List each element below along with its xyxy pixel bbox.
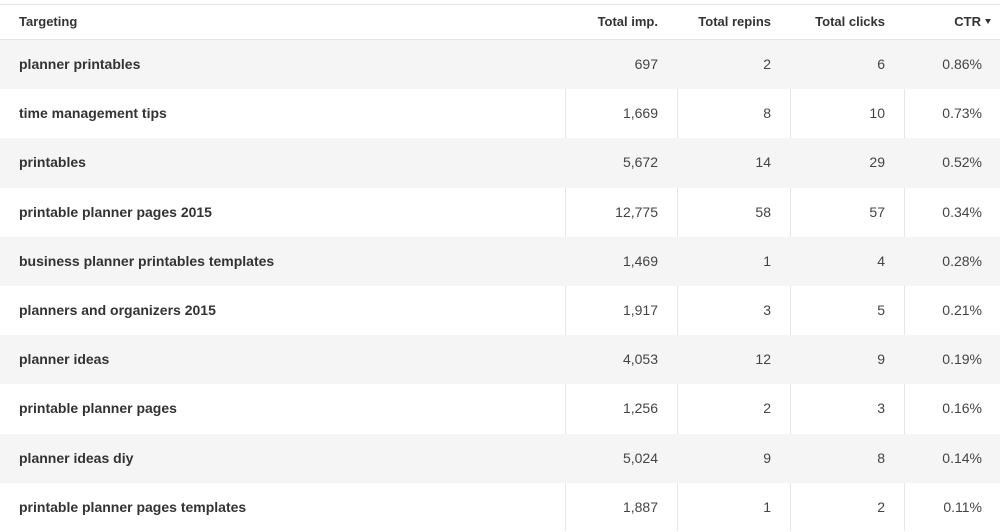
total-clicks-value: 2 <box>877 498 885 515</box>
targeting-keyword: business planner printables templates <box>19 252 275 269</box>
targeting-keyword: planner ideas <box>19 351 110 368</box>
targeting-table: Targeting Total imp. Total repins Total … <box>0 0 1000 531</box>
column-header-total-repins[interactable]: Total repins <box>698 5 771 39</box>
total-impressions-value: 1,469 <box>622 252 658 269</box>
total-clicks-value: 3 <box>877 400 885 417</box>
total-clicks-value: 9 <box>877 351 885 368</box>
table-body: planner printables 697 2 6 0.86% time ma… <box>0 40 1000 532</box>
total-repins-value: 9 <box>763 449 771 466</box>
ctr-value: 0.19% <box>942 351 982 368</box>
total-clicks-value: 4 <box>877 252 885 269</box>
table-row[interactable]: planners and organizers 2015 1,917 3 5 0… <box>0 286 1000 335</box>
total-clicks-value: 10 <box>869 105 885 122</box>
targeting-keyword: printable planner pages <box>19 400 177 417</box>
total-impressions-value: 12,775 <box>615 203 658 220</box>
targeting-keyword: planners and organizers 2015 <box>19 301 216 318</box>
targeting-keyword: printable planner pages templates <box>19 498 247 515</box>
table-row[interactable]: business planner printables templates 1,… <box>0 236 1000 286</box>
sort-descending-icon[interactable] <box>985 19 991 24</box>
table-row[interactable]: planner ideas diy 5,024 9 8 0.14% <box>0 433 1000 483</box>
total-repins-value: 58 <box>755 203 771 220</box>
table-row[interactable]: time management tips 1,669 8 10 0.73% <box>0 89 1000 138</box>
table-row[interactable]: printables 5,672 14 29 0.52% <box>0 138 1000 188</box>
ctr-value: 0.14% <box>942 449 982 466</box>
ctr-value: 0.11% <box>943 498 982 515</box>
ctr-value: 0.28% <box>942 252 982 269</box>
targeting-keyword: planner printables <box>19 56 141 72</box>
targeting-keyword: printables <box>19 154 86 171</box>
total-repins-value: 14 <box>755 154 771 171</box>
ctr-value: 0.86% <box>942 56 982 72</box>
ctr-value: 0.16% <box>942 400 982 417</box>
table-row[interactable]: printable planner pages 2015 12,775 58 5… <box>0 188 1000 237</box>
total-impressions-value: 1,669 <box>622 105 658 122</box>
column-header-total-impressions[interactable]: Total imp. <box>598 5 658 39</box>
table-row[interactable]: planner ideas 4,053 12 9 0.19% <box>0 335 1000 385</box>
total-impressions-value: 1,917 <box>622 301 658 318</box>
table-row[interactable]: printable planner pages 1,256 2 3 0.16% <box>0 384 1000 433</box>
column-header-targeting[interactable]: Targeting <box>19 5 77 39</box>
ctr-value: 0.34% <box>942 203 982 220</box>
total-repins-value: 8 <box>763 105 771 122</box>
total-impressions-value: 5,672 <box>622 154 658 171</box>
total-clicks-value: 5 <box>877 301 885 318</box>
total-clicks-value: 8 <box>877 449 885 466</box>
column-header-ctr-label: CTR <box>954 14 981 29</box>
table-header: Targeting Total imp. Total repins Total … <box>0 5 1000 40</box>
total-impressions-value: 1,887 <box>622 498 658 515</box>
targeting-keyword: planner ideas diy <box>19 449 134 466</box>
column-header-ctr[interactable]: CTR <box>954 5 991 39</box>
total-impressions-value: 4,053 <box>622 351 658 368</box>
total-repins-value: 1 <box>763 498 771 515</box>
ctr-value: 0.73% <box>942 105 982 122</box>
table-row[interactable]: planner printables 697 2 6 0.86% <box>0 40 1000 90</box>
total-repins-value: 3 <box>763 301 771 318</box>
total-clicks-value: 29 <box>869 154 885 171</box>
total-repins-value: 1 <box>763 252 771 269</box>
total-repins-value: 2 <box>763 400 771 417</box>
ctr-value: 0.21% <box>942 301 982 318</box>
column-header-total-clicks[interactable]: Total clicks <box>815 5 885 39</box>
table-row[interactable]: printable planner pages templates 1,887 … <box>0 483 1000 532</box>
total-repins-value: 12 <box>755 351 771 368</box>
total-impressions-value: 1,256 <box>622 400 658 417</box>
total-repins-value: 2 <box>763 56 771 72</box>
ctr-value: 0.52% <box>942 154 982 171</box>
total-clicks-value: 6 <box>877 56 885 72</box>
total-impressions-value: 697 <box>634 56 658 72</box>
targeting-keyword: time management tips <box>19 105 167 122</box>
total-impressions-value: 5,024 <box>622 449 658 466</box>
total-clicks-value: 57 <box>869 203 885 220</box>
targeting-keyword: printable planner pages 2015 <box>19 203 212 220</box>
